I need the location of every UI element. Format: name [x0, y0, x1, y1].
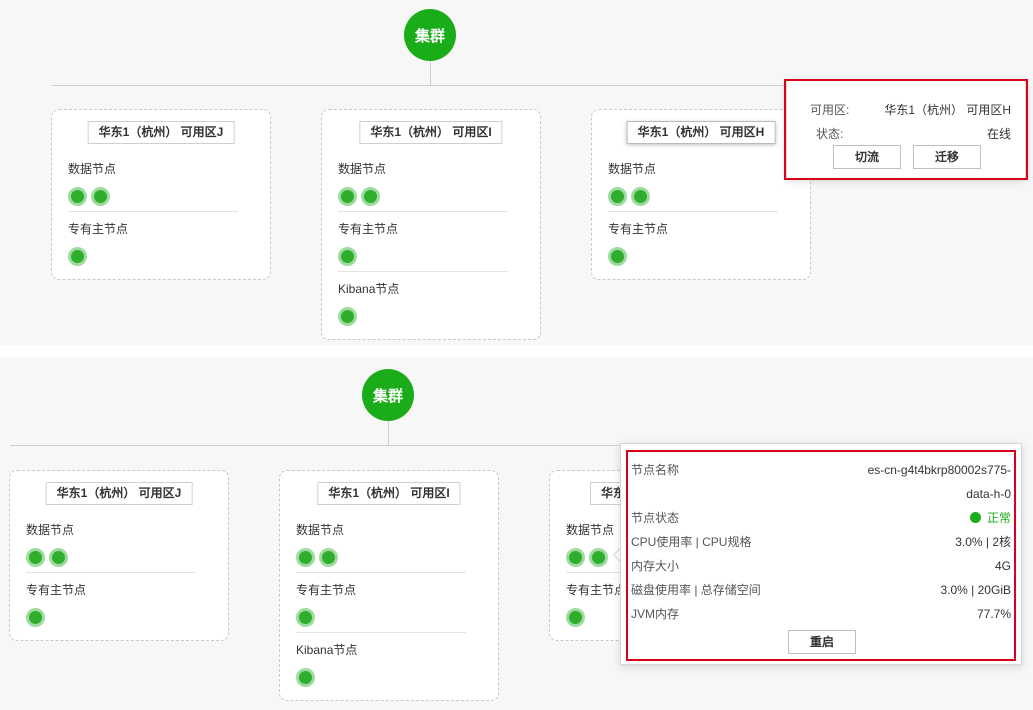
zone-title[interactable]: 华东1（杭州） 可用区I — [317, 482, 461, 505]
node-dot[interactable] — [26, 548, 45, 567]
section-divider — [68, 211, 238, 212]
data-node-section: 数据节点 — [338, 161, 508, 206]
cluster-node[interactable]: 集群 — [404, 9, 456, 61]
node-dot[interactable] — [361, 187, 380, 206]
section-divider — [338, 271, 508, 272]
section-divider — [26, 572, 196, 573]
master-node-section: 专有主节点 — [296, 582, 466, 627]
section-label: 数据节点 — [338, 162, 387, 176]
section-divider — [296, 572, 466, 573]
node-dot[interactable] — [338, 187, 357, 206]
node-dot[interactable] — [631, 187, 650, 206]
node-dot[interactable] — [566, 608, 585, 627]
section-label: 数据节点 — [26, 523, 75, 537]
node-dot[interactable] — [319, 548, 338, 567]
section-label: 专有主节点 — [296, 583, 357, 597]
zone-card-i: 华东1（杭州） 可用区I 数据节点 专有主节点 Kibana节点 — [321, 109, 541, 340]
section-label: 数据节点 — [68, 162, 117, 176]
node-dot[interactable] — [68, 247, 87, 266]
section-label: Kibana节点 — [338, 282, 400, 296]
master-node-section: 专有主节点 — [26, 582, 196, 627]
tree-connector — [430, 61, 431, 85]
node-dot[interactable] — [49, 548, 68, 567]
kibana-node-section: Kibana节点 — [338, 281, 508, 326]
zone-title[interactable]: 华东1（杭州） 可用区J — [45, 482, 193, 505]
node-dot[interactable] — [608, 247, 627, 266]
data-node-section: 数据节点 — [608, 161, 778, 206]
kibana-node-section: Kibana节点 — [296, 642, 466, 687]
master-node-section: 专有主节点 — [338, 221, 508, 266]
section-divider — [608, 211, 778, 212]
cluster-label: 集群 — [414, 27, 445, 45]
section-label: 专有主节点 — [608, 222, 669, 236]
tree-connector — [388, 421, 389, 445]
node-dot[interactable] — [91, 187, 110, 206]
zone-card-j: 华东1（杭州） 可用区J 数据节点 专有主节点 — [51, 109, 271, 280]
section-label: 数据节点 — [296, 523, 345, 537]
zone-title[interactable]: 华东1（杭州） 可用区H — [626, 121, 776, 144]
section-label: 专有主节点 — [26, 583, 87, 597]
cluster-node[interactable]: 集群 — [362, 369, 414, 421]
tree-branch-line — [10, 445, 630, 446]
section-label: 数据节点 — [608, 162, 657, 176]
node-dot[interactable] — [338, 247, 357, 266]
section-divider — [296, 632, 466, 633]
data-node-section: 数据节点 — [296, 522, 466, 567]
zone-title[interactable]: 华东1（杭州） 可用区I — [359, 121, 503, 144]
data-node-section: 数据节点 — [68, 161, 238, 206]
node-dot[interactable] — [296, 608, 315, 627]
node-dot[interactable] — [26, 608, 45, 627]
node-dot[interactable] — [589, 548, 608, 567]
zone-card-h: 华东1（杭州） 可用区H 数据节点 专有主节点 — [591, 109, 811, 280]
section-divider — [338, 211, 508, 212]
section-label: 专有主节点 — [68, 222, 129, 236]
node-dot[interactable] — [566, 548, 585, 567]
data-node-section: 数据节点 — [26, 522, 196, 567]
node-dot[interactable] — [296, 548, 315, 567]
master-node-section: 专有主节点 — [68, 221, 238, 266]
cluster-topology-bottom: 集群 华东1（杭州） 可用区J 数据节点 专有主节点 华东1（杭州） 可用区I … — [0, 357, 1033, 710]
node-dot[interactable] — [296, 668, 315, 687]
node-dot[interactable] — [338, 307, 357, 326]
cluster-topology-top: 集群 华东1（杭州） 可用区J 数据节点 专有主节点 华东1（杭州） 可用区I … — [0, 0, 1033, 345]
cluster-label: 集群 — [372, 387, 403, 405]
zone-title[interactable]: 华东1（杭州） 可用区J — [87, 121, 235, 144]
node-dot[interactable] — [68, 187, 87, 206]
section-label: 专有主节点 — [338, 222, 399, 236]
highlight-frame — [784, 79, 1028, 180]
highlight-frame — [626, 450, 1016, 661]
master-node-section: 专有主节点 — [608, 221, 778, 266]
zone-card-i: 华东1（杭州） 可用区I 数据节点 专有主节点 Kibana节点 — [279, 470, 499, 701]
tree-branch-line — [52, 85, 812, 86]
node-dot[interactable] — [608, 187, 627, 206]
zone-card-j: 华东1（杭州） 可用区J 数据节点 专有主节点 — [9, 470, 229, 641]
section-label: Kibana节点 — [296, 643, 358, 657]
